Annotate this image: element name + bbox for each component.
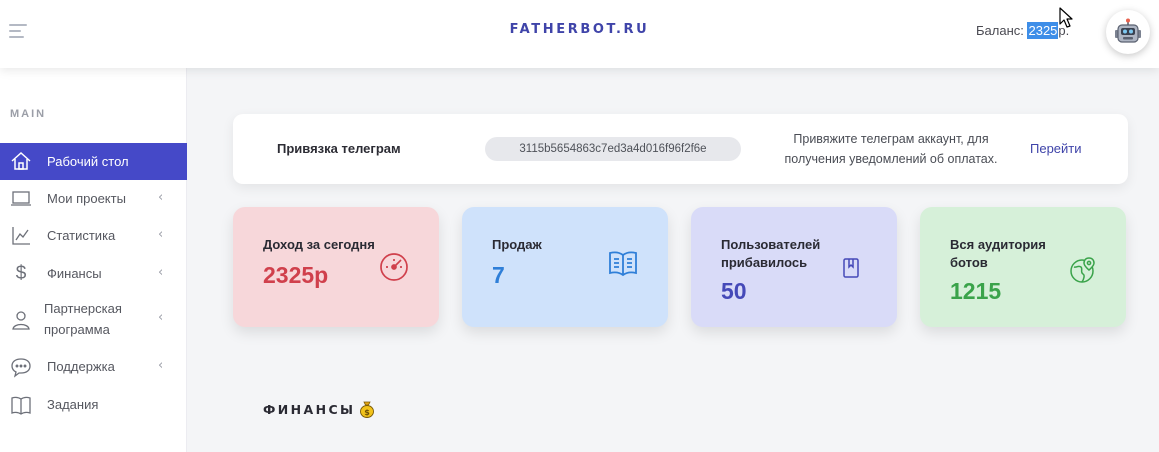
dollar-icon: $ bbox=[15, 263, 27, 284]
user-icon bbox=[10, 309, 32, 331]
sidebar-item-support[interactable]: Поддержка ‹ bbox=[0, 356, 187, 378]
finance-section-title: ФИНАНСЫ bbox=[263, 402, 356, 417]
money-bag-icon: $ bbox=[360, 401, 374, 418]
robot-avatar[interactable] bbox=[1106, 10, 1150, 54]
balance-value: 2325 bbox=[1027, 22, 1059, 39]
sidebar-item-label-line: Партнерская bbox=[44, 301, 122, 316]
stat-card-value: 1215 bbox=[950, 278, 1002, 304]
telegram-hint-line: получения уведомлений об оплатах. bbox=[784, 152, 998, 166]
stat-card-value: 50 bbox=[721, 278, 747, 304]
sidebar-item-partner-program[interactable]: Партнерская программа ‹ bbox=[0, 298, 187, 342]
sidebar-item-tasks[interactable]: Задания bbox=[0, 394, 187, 416]
balance-display: Баланс: 2325р. bbox=[976, 22, 1069, 39]
stat-card-label-line: прибавилось bbox=[721, 255, 808, 270]
laptop-icon bbox=[10, 188, 32, 210]
speedometer-icon bbox=[377, 250, 411, 284]
stat-card-label: Вся аудитория ботов bbox=[950, 236, 1046, 272]
sidebar: MAIN Рабочий стол Мои проекты ‹ Статисти… bbox=[0, 68, 187, 452]
home-icon bbox=[10, 150, 32, 172]
sidebar-item-finance[interactable]: $ Финансы ‹ bbox=[0, 263, 187, 285]
sidebar-item-label: Задания bbox=[47, 397, 99, 412]
stat-card-audience[interactable]: Вся аудитория ботов 1215 bbox=[920, 207, 1126, 327]
sidebar-item-dashboard[interactable]: Рабочий стол bbox=[0, 143, 187, 180]
telegram-binding-panel: Привязка телеграм 3115b5654863c7ed3a4d01… bbox=[233, 114, 1128, 184]
stat-card-value: 2325р bbox=[263, 262, 329, 288]
open-book-icon bbox=[606, 246, 640, 280]
telegram-go-link[interactable]: Перейти bbox=[1030, 141, 1082, 156]
stat-card-label-line: Пользователей bbox=[721, 237, 821, 252]
mouse-cursor-icon bbox=[1059, 7, 1073, 28]
chevron-left-icon: ‹ bbox=[158, 310, 164, 325]
stat-card-label: Доход за сегодня bbox=[263, 237, 375, 252]
stat-card-label-line: Вся аудитория bbox=[950, 237, 1046, 252]
telegram-hint-line: Привяжите телеграм аккаунт, для bbox=[793, 132, 989, 146]
sidebar-item-label: Мои проекты bbox=[47, 191, 126, 206]
chevron-left-icon: ‹ bbox=[158, 358, 164, 373]
stat-card-sales[interactable]: Продаж 7 bbox=[462, 207, 668, 327]
top-header: FATHERBOT.RU Баланс: 2325р. bbox=[0, 0, 1159, 68]
stat-card-income-today[interactable]: Доход за сегодня 2325р bbox=[233, 207, 439, 327]
bookmark-icon bbox=[841, 256, 861, 280]
sidebar-item-statistics[interactable]: Статистика ‹ bbox=[0, 225, 187, 247]
stat-card-label: Пользователей прибавилось bbox=[721, 236, 820, 272]
chat-icon bbox=[10, 356, 32, 378]
robot-icon bbox=[1115, 18, 1141, 43]
sidebar-item-label: Статистика bbox=[47, 228, 116, 243]
chart-icon bbox=[10, 225, 32, 247]
sidebar-item-label-line: программа bbox=[44, 322, 110, 337]
sidebar-section-label: MAIN bbox=[10, 108, 47, 120]
balance-label: Баланс: bbox=[976, 23, 1028, 38]
sidebar-item-label: Рабочий стол bbox=[47, 154, 129, 169]
telegram-token-field[interactable]: 3115b5654863c7ed3a4d016f96f2f6e bbox=[485, 137, 741, 161]
book-icon bbox=[10, 394, 32, 416]
sidebar-item-label: Финансы bbox=[47, 266, 102, 281]
sidebar-item-label: Партнерская программа bbox=[44, 298, 122, 340]
telegram-hint: Привяжите телеграм аккаунт, для получени… bbox=[773, 129, 1009, 169]
chevron-left-icon: ‹ bbox=[158, 227, 164, 242]
sidebar-item-projects[interactable]: Мои проекты ‹ bbox=[0, 188, 187, 210]
chevron-left-icon: ‹ bbox=[158, 190, 164, 205]
stat-card-label-line: ботов bbox=[950, 255, 988, 270]
stat-card-label: Продаж bbox=[492, 237, 542, 252]
svg-text:$: $ bbox=[364, 408, 370, 417]
stat-card-new-users[interactable]: Пользователей прибавилось 50 bbox=[691, 207, 897, 327]
chevron-left-icon: ‹ bbox=[158, 265, 164, 280]
sidebar-item-label: Поддержка bbox=[47, 359, 115, 374]
globe-pin-icon bbox=[1068, 255, 1098, 285]
telegram-panel-title: Привязка телеграм bbox=[277, 141, 401, 156]
stat-card-value: 7 bbox=[492, 262, 505, 288]
